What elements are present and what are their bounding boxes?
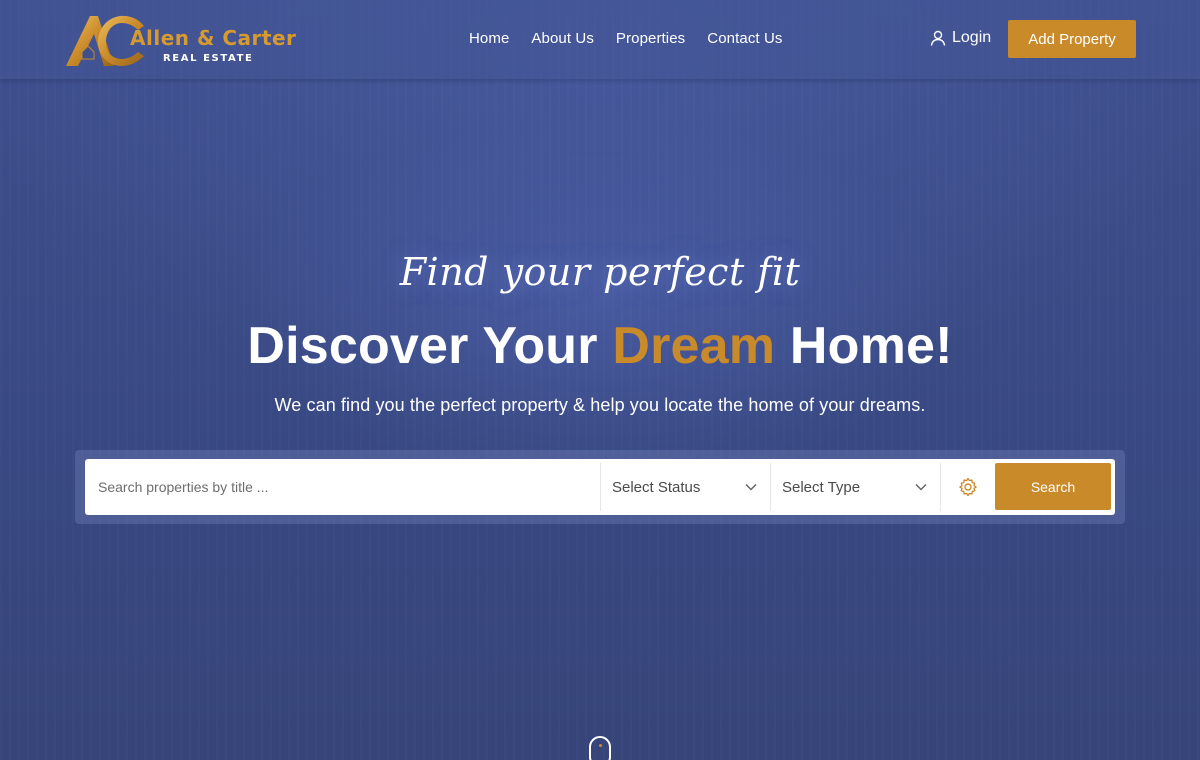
status-select-value: Select Status: [612, 478, 701, 496]
search-input[interactable]: [85, 459, 600, 515]
login-label: Login: [952, 29, 992, 46]
advanced-search-button[interactable]: [940, 463, 995, 511]
search-button[interactable]: Search: [995, 463, 1111, 510]
chevron-down-icon: [915, 483, 927, 491]
login-link[interactable]: Login: [930, 29, 991, 47]
nav-home[interactable]: Home: [469, 30, 509, 47]
search-bar: Select Status Select Type Search: [85, 459, 1115, 515]
nav-properties[interactable]: Properties: [616, 30, 685, 47]
headline-part-2: Home!: [775, 317, 953, 375]
main-nav: Home About Us Properties Contact Us: [469, 30, 805, 47]
brand-name: Allen & Carter: [130, 26, 297, 50]
scroll-dot: [599, 744, 602, 747]
gear-icon: [959, 477, 977, 497]
hero-headline: Discover Your Dream Home!: [0, 316, 1200, 376]
headline-part-1: Discover Your: [247, 317, 613, 375]
nav-about-us[interactable]: About Us: [531, 30, 594, 47]
hero-tagline: Find your perfect fit: [399, 250, 801, 294]
brand-subtitle: REAL ESTATE: [163, 53, 254, 64]
type-select-value: Select Type: [782, 478, 861, 496]
nav-contact-us[interactable]: Contact Us: [707, 30, 782, 47]
brand-logo[interactable]: Allen & Carter REAL ESTATE: [64, 12, 304, 70]
add-property-button[interactable]: Add Property: [1008, 20, 1136, 58]
status-select[interactable]: Select Status: [600, 463, 770, 511]
site-header: Allen & Carter REAL ESTATE Home About Us…: [0, 0, 1200, 79]
headline-accent: Dream: [612, 317, 776, 375]
hero-subtitle: We can find you the perfect property & h…: [274, 395, 926, 415]
mouse-scroll-icon[interactable]: [589, 736, 611, 760]
chevron-down-icon: [745, 483, 757, 491]
user-icon: [930, 30, 946, 46]
hero-texture: [0, 0, 1200, 760]
search-panel: Select Status Select Type Search: [75, 450, 1125, 524]
type-select[interactable]: Select Type: [770, 463, 940, 511]
